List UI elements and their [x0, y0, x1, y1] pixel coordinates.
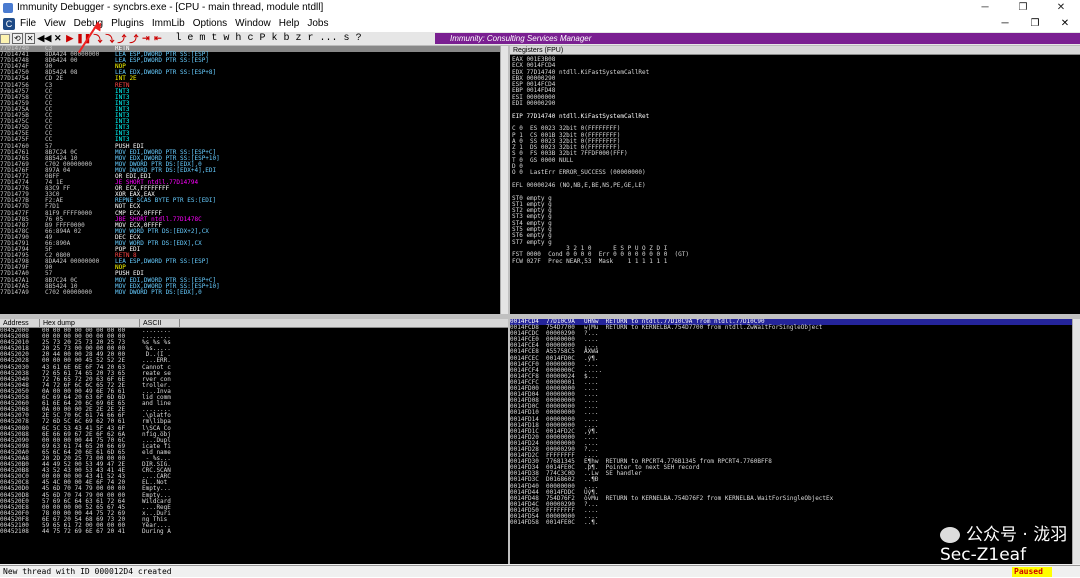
menu-view[interactable]: View [44, 18, 66, 29]
menu-window[interactable]: Window [235, 18, 271, 29]
disassembly-scrollbar[interactable] [500, 46, 508, 314]
mdi-minimize-icon[interactable]: ─ [990, 15, 1020, 32]
executable-modules-button[interactable]: e [187, 33, 193, 44]
minimize-icon[interactable]: ─ [966, 0, 1004, 15]
toolbar: ⟲ ✕ ◀◀ ✕ ▶ ❚❚ ⤵ ⤵ ⤴ ⤴ ⇥ ⇤ l e m t w h c … [0, 32, 1080, 46]
run-button[interactable]: ▶ [64, 33, 75, 45]
mdi-restore-icon[interactable]: ❐ [1020, 15, 1050, 32]
cpu-window-icon[interactable]: C [3, 17, 15, 30]
register-line[interactable]: FCW 027F Prec NEAR,53 Mask 1 1 1 1 1 1 [512, 258, 1078, 265]
trace-over-button[interactable]: ⤴ [128, 33, 139, 45]
handles-button[interactable]: h [235, 33, 241, 44]
rewind-button[interactable]: ◀◀ [37, 33, 51, 45]
watermark: 公众号 · 泷羽Sec-Z1eaf [940, 520, 1080, 565]
go-to-address-button[interactable]: ⇤ [152, 33, 163, 45]
paused-indicator: Paused [1012, 567, 1052, 577]
vertical-splitter[interactable] [508, 46, 510, 564]
execute-till-return-button[interactable]: ⇥ [140, 33, 151, 45]
window-title: Immunity Debugger - syncbrs.exe - [CPU -… [17, 2, 324, 13]
help-button[interactable]: ? [356, 33, 362, 44]
close-debuggee-icon[interactable]: ✕ [24, 33, 36, 44]
restart-icon[interactable]: ⟲ [12, 33, 23, 44]
maximize-icon[interactable]: ❐ [1004, 0, 1042, 15]
disassembly-pane[interactable]: 77D14740 C3 RETN 77D14741 8DA424 00000000 LEA… [0, 46, 508, 314]
run-trace-button[interactable]: r [308, 33, 314, 44]
disasm-row[interactable]: 77D147A9 C702 00000000 MOV DWORD PTR DS:[E… [0, 288, 508, 296]
menu-file[interactable]: File [20, 18, 36, 29]
dump-col-ascii[interactable]: ASCII [140, 319, 180, 327]
dump-col-hex[interactable]: Hex dump [40, 319, 140, 327]
dump-row[interactable]: 00452108 44 75 72 69 6E 67 20 41 During A [0, 528, 508, 536]
more-button[interactable]: ... [320, 33, 338, 44]
memory-map-button[interactable]: m [199, 33, 205, 44]
app-icon [3, 2, 13, 13]
windows-button[interactable]: w [223, 33, 229, 44]
debugger-window: Immunity Debugger - syncbrs.exe - [CPU -… [0, 0, 1080, 577]
menu-jobs[interactable]: Jobs [307, 18, 328, 29]
dump-address: 00452108 [0, 528, 29, 536]
dump-hex: 44 75 72 69 6E 67 20 41 [42, 528, 126, 536]
close-button[interactable]: ✕ [52, 33, 63, 45]
menu-help[interactable]: Help [279, 18, 300, 29]
menu-options[interactable]: Options [193, 18, 227, 29]
dump-header: Address Hex dump ASCII [0, 319, 508, 328]
dump-col-address[interactable]: Address [0, 319, 40, 327]
registers-pane[interactable]: EAX 001E3B08 ECX 0014FCD4 EDX 77D14740 ntd… [510, 55, 1080, 314]
menu-bar: C File View Debug Plugins ImmLib Options… [0, 15, 1080, 32]
open-icon[interactable] [0, 33, 10, 44]
dump-ascii: During A [142, 528, 171, 536]
registers-header: Registers (FPU) [510, 46, 1080, 55]
stack-value: 0014FE0C [546, 519, 575, 527]
status-message: New thread with ID 000012D4 created [3, 567, 172, 576]
step-over-button[interactable]: ⤵ [104, 33, 115, 45]
wechat-icon [940, 527, 960, 543]
menu-immlib[interactable]: ImmLib [152, 18, 185, 29]
patches-button[interactable]: P [259, 33, 265, 44]
call-stack-button[interactable]: k [271, 33, 277, 44]
status-bar: New thread with ID 000012D4 created Paus… [0, 565, 1080, 577]
consulting-banner: Immunity: Consulting Services Manager [435, 33, 1080, 44]
trace-into-button[interactable]: ⤴ [116, 33, 127, 45]
log-window-button[interactable]: l [175, 33, 181, 44]
mdi-close-icon[interactable]: ✕ [1050, 15, 1080, 32]
breakpoints-button[interactable]: b [283, 33, 289, 44]
disasm-address: 77D147A9 [0, 288, 29, 296]
threads-button[interactable]: t [211, 33, 217, 44]
disasm-hex: C702 00000000 [45, 288, 92, 296]
disasm-instruction: MOV DWORD PTR DS:[EDX],0 [115, 288, 202, 296]
close-icon[interactable]: ✕ [1042, 0, 1080, 15]
source-button[interactable]: s [344, 33, 350, 44]
step-into-button[interactable]: ⤵ [92, 33, 103, 45]
menu-plugins[interactable]: Plugins [111, 18, 144, 29]
dump-pane[interactable]: 00452000 00 00 00 00 00 00 00 00........ 0… [0, 328, 508, 564]
references-button[interactable]: z [296, 33, 302, 44]
title-bar: Immunity Debugger - syncbrs.exe - [CPU -… [0, 0, 1080, 15]
cpu-button[interactable]: c [247, 33, 253, 44]
stack-address: 0014FD58 [510, 519, 539, 527]
